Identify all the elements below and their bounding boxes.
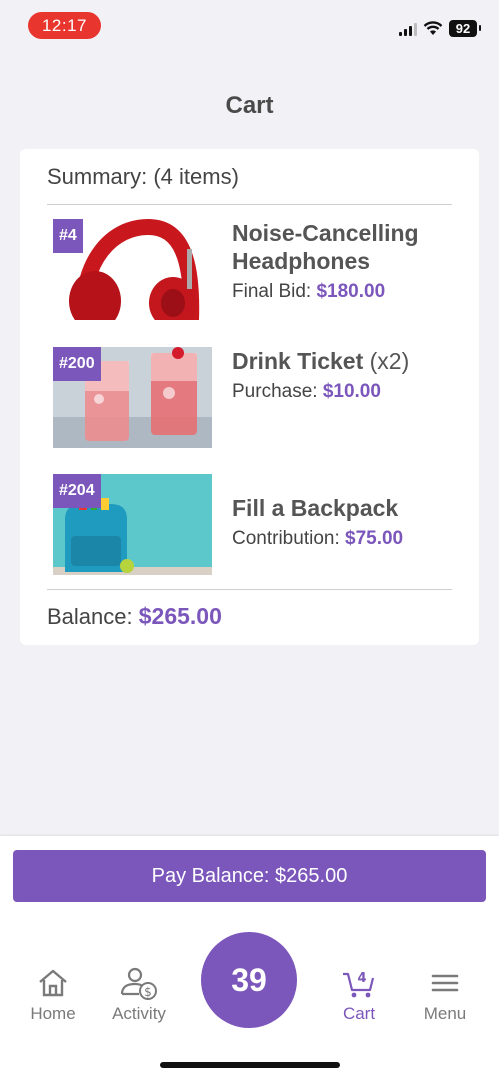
status-bar: 12:17 92 — [0, 0, 499, 50]
item-price-line: Final Bid: $180.00 — [232, 281, 462, 303]
nav-center-paddle-number[interactable]: 39 — [201, 932, 297, 1028]
item-price-line: Contribution: $75.00 — [232, 528, 462, 550]
item-number-badge: #4 — [53, 219, 83, 253]
item-name-text: Noise-Cancelling Headphones — [232, 220, 419, 274]
nav-cart-label: Cart — [342, 1004, 376, 1023]
nav-menu-label: Menu — [423, 1004, 467, 1023]
item-price-line: Purchase: $10.00 — [232, 381, 462, 403]
nav-cart[interactable]: 4 Cart — [319, 966, 399, 1024]
item-name: Fill a Backpack — [232, 494, 462, 522]
balance-value: $265.00 — [138, 603, 222, 629]
price-label: Final Bid: — [232, 281, 312, 302]
status-icons: 92 — [399, 20, 481, 37]
nav-home[interactable]: Home — [13, 966, 93, 1024]
balance-label: Balance: — [47, 604, 133, 629]
cellular-signal-icon — [399, 22, 417, 36]
item-price: $180.00 — [316, 281, 386, 302]
cart-item[interactable]: #200 Drink Ticket (x2) Purchase: $10.00 — [53, 347, 453, 449]
cart-item[interactable]: #4 Noise-Cancelling Headphones Final Bid… — [53, 219, 453, 321]
wifi-icon — [423, 21, 443, 35]
item-name: Drink Ticket (x2) — [232, 347, 462, 375]
item-quantity: (x2) — [369, 348, 410, 374]
price-label: Purchase: — [232, 381, 318, 402]
pay-balance-button[interactable]: Pay Balance: $265.00 — [13, 850, 486, 902]
home-icon — [39, 969, 67, 997]
item-price: $10.00 — [322, 381, 381, 402]
home-indicator[interactable] — [160, 1062, 340, 1068]
hamburger-menu-icon — [431, 974, 459, 992]
item-name-text: Drink Ticket — [232, 348, 364, 374]
balance-line: Balance: $265.00 — [47, 603, 222, 630]
nav-home-label: Home — [30, 1004, 76, 1023]
item-number-badge: #200 — [53, 347, 101, 381]
battery-icon: 92 — [449, 20, 481, 37]
cart-summary-heading: Summary: (4 items) — [47, 164, 239, 189]
nav-activity-label: Activity — [112, 1004, 166, 1023]
svg-text:$: $ — [144, 985, 152, 999]
page-title: Cart — [225, 92, 274, 119]
item-name: Noise-Cancelling Headphones — [232, 219, 462, 275]
cart-count: 4 — [357, 971, 366, 986]
divider — [47, 589, 452, 590]
item-number-badge: #204 — [53, 474, 101, 508]
cart-summary-card: Summary: (4 items) #4 Noise-Cancelling H… — [20, 149, 479, 645]
item-price: $75.00 — [345, 528, 404, 549]
bottom-bar: Pay Balance: $265.00 Home $ Activity 39 … — [0, 836, 499, 1080]
nav-menu[interactable]: Menu — [405, 966, 485, 1024]
cart-item[interactable]: #204 Fill a Backpack Contribution: $75.0… — [53, 474, 453, 576]
cart-icon: 4 — [343, 971, 375, 998]
status-time: 12:17 — [28, 12, 101, 39]
user-dollar-icon: $ — [120, 967, 157, 1000]
nav-activity[interactable]: $ Activity — [99, 966, 179, 1024]
price-label: Contribution: — [232, 528, 340, 549]
item-name-text: Fill a Backpack — [232, 495, 399, 521]
divider — [47, 204, 452, 205]
